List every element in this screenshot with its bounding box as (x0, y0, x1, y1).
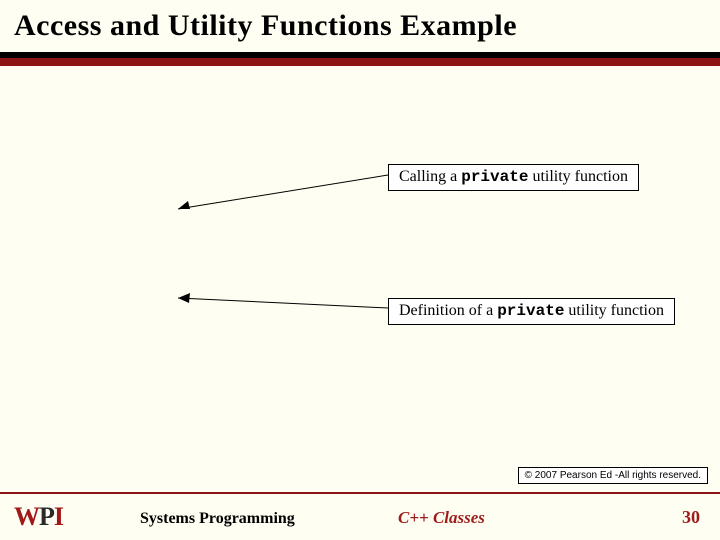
footer-topic: C++ Classes (398, 508, 485, 528)
footer-course: Systems Programming (140, 510, 295, 528)
callout-definition-private: Definition of a private utility function (388, 298, 675, 325)
callout-text-suffix: utility function (564, 302, 664, 319)
copyright: © 2007 Pearson Ed -All rights reserved. (518, 467, 708, 484)
slide: Access and Utility Functions Example Cal… (0, 0, 720, 540)
title-underline (0, 58, 720, 66)
arrow-definition (170, 290, 390, 320)
callout-text-prefix: Calling a (399, 168, 461, 185)
logo-letter-w: W (14, 502, 39, 532)
callout-calling-private: Calling a private utility function (388, 164, 639, 191)
keyword-private: private (461, 168, 528, 186)
callout-text-prefix: Definition of a (399, 302, 497, 319)
arrow-calling (170, 175, 390, 215)
footer: WPI Systems Programming C++ Classes 30 (0, 494, 720, 540)
logo-letter-i: I (54, 502, 63, 532)
callout-text-suffix: utility function (528, 168, 628, 185)
keyword-private: private (497, 302, 564, 320)
title-band: Access and Utility Functions Example (0, 0, 720, 58)
page-number: 30 (682, 507, 700, 528)
slide-title: Access and Utility Functions Example (14, 9, 517, 43)
wpi-logo: WPI (14, 502, 63, 532)
logo-letter-p: P (39, 502, 54, 532)
